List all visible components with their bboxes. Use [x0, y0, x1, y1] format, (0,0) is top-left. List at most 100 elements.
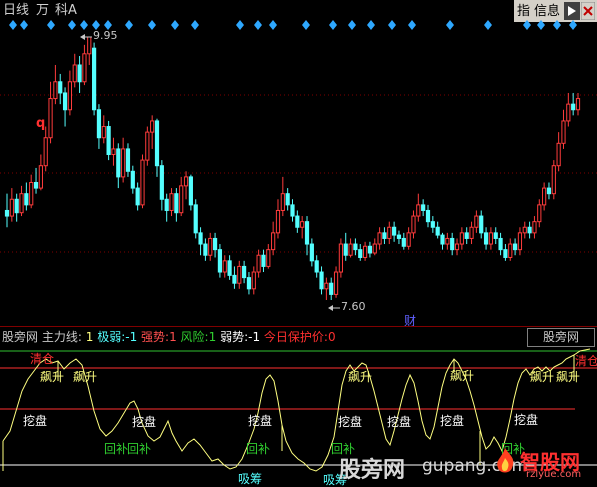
candle-body [362, 245, 368, 258]
candle-body [246, 277, 252, 290]
tag-qingcang-2: 清仓 [575, 354, 597, 368]
candle-body [333, 271, 339, 295]
candle-body [164, 198, 169, 211]
candle-body [125, 148, 131, 172]
candle-body [522, 226, 527, 234]
signal-diamond-icon [80, 20, 88, 30]
kline-chart[interactable] [0, 0, 597, 330]
candle-body [387, 226, 392, 239]
candle-body [532, 221, 537, 234]
candle-body [401, 237, 406, 247]
candle-body [169, 193, 174, 211]
candle-body [435, 226, 440, 236]
candle-body [179, 185, 184, 214]
candle-body [459, 232, 464, 245]
signal-diamond-icon [388, 20, 396, 30]
candle-body [53, 81, 58, 100]
candle-body [106, 126, 111, 156]
candle-body [116, 148, 121, 178]
signal-diamond-icon [523, 20, 531, 30]
candle-body [474, 215, 479, 228]
logo-url: rzlyue.com [526, 469, 582, 480]
signal-diamond-icon [191, 20, 199, 30]
signal-diamond-icon [302, 20, 310, 30]
candle-body [87, 36, 92, 55]
candle-body [537, 204, 542, 223]
candle-body [445, 237, 450, 245]
candle-body [416, 204, 421, 217]
candle-body [62, 92, 68, 111]
candle-body [309, 243, 314, 262]
signal-diamond-icon [269, 20, 277, 30]
signal-diamond-icon [446, 20, 454, 30]
candle-body [266, 249, 271, 267]
candle-body [72, 64, 77, 83]
candle-body [367, 245, 373, 254]
tag-piaosheng-3: 飙升 [348, 370, 373, 384]
candle-body [358, 249, 363, 258]
candle-body [430, 221, 435, 228]
candle-body [372, 243, 377, 254]
candle-body [242, 265, 247, 279]
signal-diamond-icon [367, 20, 375, 30]
signal-diamond-icon [537, 20, 545, 30]
candle-body [135, 187, 140, 206]
signal-diamond-icon [236, 20, 244, 30]
candle-body [217, 249, 223, 273]
candle-body [464, 232, 469, 239]
candle-body [479, 215, 484, 234]
candle-body [348, 243, 353, 256]
candle-body [440, 234, 445, 245]
tag-piaosheng-5: 飙升 [530, 370, 555, 384]
tag-piaosheng-2: 飙升 [73, 370, 98, 384]
watermark-text: 股旁网 [339, 458, 406, 483]
candle-body [421, 204, 426, 211]
candle-body [324, 282, 329, 290]
candle-body [121, 148, 126, 178]
candle-body [454, 243, 460, 251]
candle-body [382, 232, 387, 239]
candle-body [48, 98, 53, 139]
candle-body [280, 193, 285, 211]
candle-body [183, 176, 189, 187]
tag-huibu-1: 回补 [104, 442, 129, 456]
candle-body [295, 215, 300, 228]
candle-body [396, 234, 402, 239]
low-price-label: 7.60 [341, 300, 366, 313]
candle-body [67, 81, 73, 111]
panel-divider [0, 326, 597, 327]
candle-body [377, 232, 382, 245]
candle-body [527, 226, 532, 234]
candle-body [77, 64, 82, 83]
candle-body [82, 53, 87, 83]
candle-body [314, 260, 319, 273]
candle-body [261, 254, 266, 267]
signal-diamond-icon [20, 20, 28, 30]
signal-diamond-icon [484, 20, 492, 30]
q-marker: q [36, 116, 46, 131]
candle-body [256, 254, 261, 273]
candle-body [556, 142, 561, 167]
candle-body [392, 226, 397, 236]
signal-diamond-icon [171, 20, 179, 30]
tag-piaosheng-6: 飙升 [556, 370, 581, 384]
candle-body [290, 204, 295, 217]
signal-diamond-icon [348, 20, 356, 30]
candle-body [33, 181, 39, 189]
candle-body [154, 120, 160, 167]
flame-logo-icon [492, 446, 518, 476]
tag-piaosheng-1: 飙升 [40, 370, 65, 384]
candle-body [111, 148, 116, 156]
candle-body [542, 187, 547, 206]
candle-body [96, 109, 102, 139]
signal-diamond-icon [47, 20, 55, 30]
candle-body [406, 232, 411, 247]
candle-body [212, 237, 218, 251]
candle-body [101, 126, 106, 139]
tag-wapan-2: 挖盘 [132, 415, 157, 429]
candle-body [508, 243, 513, 258]
candle-body [130, 170, 135, 189]
candle-body [237, 265, 242, 284]
signal-diamond-icon [9, 20, 17, 30]
candle-body [551, 165, 556, 195]
